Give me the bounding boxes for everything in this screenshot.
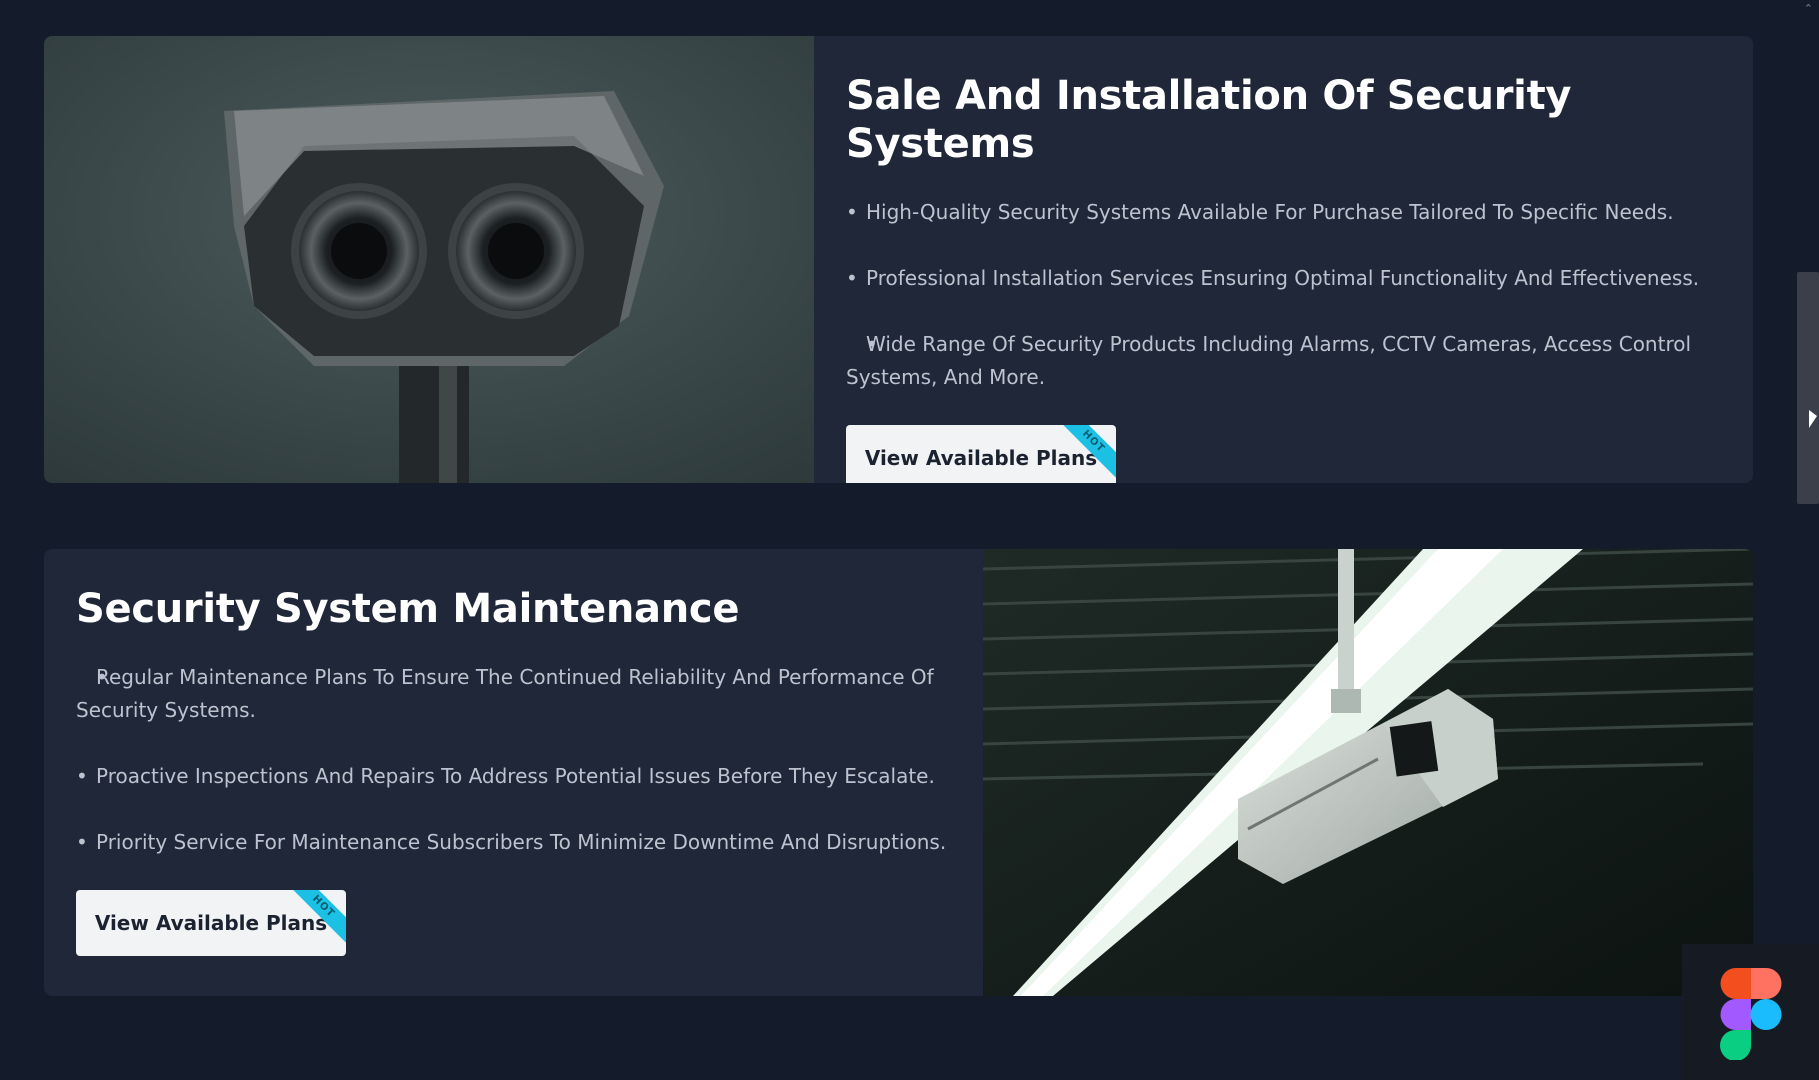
feature-list: • Regular Maintenance Plans To Ensure The… (76, 661, 976, 859)
feature-item: • Regular Maintenance Plans To Ensure The… (76, 661, 976, 727)
bullet-icon: • (866, 332, 878, 356)
service-content: Sale And Installation Of Security System… (846, 36, 1726, 483)
binocular-viewer-photo (44, 36, 814, 483)
service-content: Security System Maintenance • Regular Mai… (76, 549, 976, 960)
page: Sale And Installation Of Security System… (0, 0, 1819, 1080)
feature-item: • Wide Range Of Security Products Includi… (846, 328, 1726, 394)
scrollbar-thumb[interactable] (1797, 272, 1819, 504)
section-title: Security System Maintenance (76, 586, 740, 632)
service-card-maintenance: Security System Maintenance • Regular Mai… (44, 549, 1753, 996)
figma-app-badge (1682, 944, 1819, 1080)
view-available-plans-button[interactable]: View Available Plans HOT (76, 890, 346, 956)
bullet-icon: • (846, 200, 858, 224)
bullet-icon: • (96, 665, 108, 689)
feature-list: • High-Quality Security Systems Available… (846, 196, 1726, 394)
figma-logo-icon (1720, 968, 1782, 1060)
feature-item: • Proactive Inspections And Repairs To Ad… (76, 760, 976, 793)
bullet-icon: • (76, 830, 88, 854)
bullet-icon: • (76, 764, 88, 788)
bullet-icon: • (846, 266, 858, 290)
mouse-cursor-icon (1809, 410, 1817, 428)
view-available-plans-button[interactable]: View Available Plans HOT (846, 425, 1116, 483)
feature-item: • Priority Service For Maintenance Subscr… (76, 826, 976, 859)
feature-item: • High-Quality Security Systems Available… (846, 196, 1726, 229)
service-card-installation: Sale And Installation Of Security System… (44, 36, 1753, 483)
feature-item: • Professional Installation Services Ensu… (846, 262, 1726, 295)
scrollbar[interactable]: ⌃ (1797, 0, 1819, 1080)
section-title: Sale And Installation Of Security System… (846, 73, 1572, 167)
security-camera-photo (983, 549, 1753, 996)
chevron-up-icon[interactable]: ⌃ (1804, 2, 1813, 15)
